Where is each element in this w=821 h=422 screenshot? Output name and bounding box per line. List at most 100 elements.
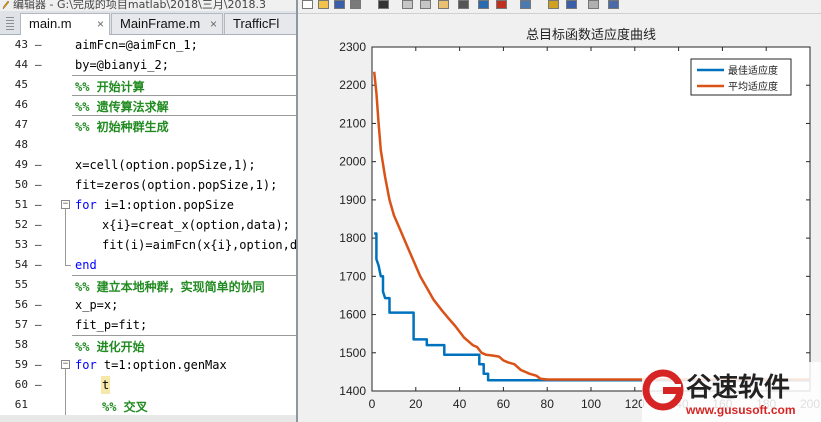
- close-tab-icon[interactable]: ×: [210, 14, 217, 34]
- line-number: 56: [14, 298, 28, 311]
- code-area[interactable]: 43 — aimFcn=@aimFcn_1; 44 — by=@bianyi_2; 45%%…: [0, 35, 300, 422]
- code-line[interactable]: 58 %% 进化开始: [0, 335, 300, 355]
- code-text: x=cell(option.popSize,1);: [75, 158, 256, 172]
- line-number: 53: [14, 238, 28, 251]
- breakpoint-marker[interactable]: —: [35, 158, 42, 171]
- y-tick-label: 1400: [339, 384, 366, 398]
- legend-entry: 最佳适应度: [728, 64, 778, 77]
- tab-main-m[interactable]: main.m ×: [20, 13, 110, 35]
- breakpoint-marker[interactable]: —: [35, 358, 42, 371]
- code-line[interactable]: 47 %% 初始种群生成: [0, 115, 300, 135]
- tab-label: main.m: [29, 16, 72, 31]
- line-number: 59: [14, 358, 28, 371]
- code-line[interactable]: 54 — end: [0, 255, 300, 275]
- fold-guide: [65, 209, 66, 265]
- code-line[interactable]: 56 — x_p=x;: [0, 295, 300, 315]
- code-line[interactable]: 50 — fit=zeros(option.popSize,1);: [0, 175, 300, 195]
- fitness-chart: 总目标函数适应度曲线 1400 1500 1600 1700 1800 1900 2000 21…: [339, 27, 820, 411]
- y-tick-label: 1500: [339, 346, 366, 360]
- gusu-watermark: 谷速软件 www.gususoft.com: [642, 362, 821, 422]
- breakpoint-marker[interactable]: —: [35, 58, 42, 71]
- code-line[interactable]: 44 — by=@bianyi_2;: [0, 55, 300, 75]
- code-line[interactable]: 43 — aimFcn=@aimFcn_1;: [0, 35, 300, 55]
- line-number: 52: [14, 218, 28, 231]
- x-tick-label: 40: [453, 397, 467, 411]
- code-line[interactable]: 46 %% 遗传算法求解: [0, 95, 300, 115]
- tab-label: MainFrame.m: [120, 16, 201, 31]
- tab-trafficfl[interactable]: TrafficFl: [224, 13, 300, 34]
- line-number: 58: [14, 338, 28, 351]
- editor-titlebar: 编辑器 - G:\完成的项目matlab\2018\三月\2018.3: [0, 0, 300, 11]
- fold-toggle-icon[interactable]: −: [61, 200, 70, 209]
- fold-toggle-icon[interactable]: −: [61, 360, 70, 369]
- y-tick-label: 1800: [339, 231, 366, 245]
- code-text: for t=1:option.genMax: [75, 358, 227, 372]
- code-comment: %% 交叉: [102, 400, 148, 414]
- y-tick-label: 2000: [339, 155, 366, 169]
- code-line[interactable]: 60 — t: [0, 375, 300, 395]
- code-line[interactable]: 55 %% 建立本地种群，实现简单的协同: [0, 275, 300, 295]
- code-line[interactable]: 51 — − for i=1:option.popSize: [0, 195, 300, 215]
- breakpoint-marker[interactable]: —: [35, 218, 42, 231]
- code-text: x_p=x;: [75, 298, 119, 312]
- x-tick-label: 0: [369, 397, 376, 411]
- breakpoint-marker[interactable]: —: [35, 318, 42, 331]
- x-tick-label: 80: [541, 397, 555, 411]
- code-line[interactable]: 49 — x=cell(option.popSize,1);: [0, 155, 300, 175]
- legend-entry: 平均适应度: [728, 80, 778, 93]
- breakpoint-marker[interactable]: —: [35, 378, 42, 391]
- y-tick-label: 2200: [339, 78, 366, 92]
- code-text: t=1:option.genMax: [96, 358, 227, 372]
- code-line[interactable]: 52 — x{i}=creat_x(option,data);: [0, 215, 300, 235]
- line-number: 57: [14, 318, 28, 331]
- y-tick-label: 1900: [339, 193, 366, 207]
- editor-title: 编辑器 - G:\完成的项目matlab\2018\三月\2018.3: [13, 0, 267, 11]
- code-line[interactable]: 48: [0, 135, 300, 155]
- plot-area: [371, 46, 811, 392]
- fold-guide-end: [65, 265, 71, 266]
- line-number: 46: [14, 98, 28, 111]
- breakpoint-marker[interactable]: —: [35, 298, 42, 311]
- x-tick-label: 20: [409, 397, 423, 411]
- watermark-url: www.gususoft.com: [685, 403, 796, 417]
- breakpoint-marker[interactable]: —: [35, 198, 42, 211]
- line-number: 45: [14, 78, 28, 91]
- code-text: by=@bianyi_2;: [75, 58, 169, 72]
- cell-divider: [72, 75, 300, 76]
- line-number: 51: [14, 198, 28, 211]
- code-text: fit(i)=aimFcn(x{i},option,da: [102, 238, 300, 252]
- code-line[interactable]: 57 — fit_p=fit;: [0, 315, 300, 335]
- x-tick-label: 100: [581, 397, 601, 411]
- y-tick-label: 2300: [339, 40, 366, 54]
- code-text: fit=zeros(option.popSize,1);: [75, 178, 278, 192]
- code-text: x{i}=creat_x(option,data);: [102, 218, 290, 232]
- keyword: for: [75, 198, 97, 212]
- breakpoint-marker[interactable]: —: [35, 258, 42, 271]
- editor-status-bar: [0, 415, 300, 422]
- code-line[interactable]: 45 %% 开始计算: [0, 75, 300, 95]
- breakpoint-marker[interactable]: —: [35, 38, 42, 51]
- line-number: 47: [14, 118, 28, 131]
- tab-mainframe-m[interactable]: MainFrame.m ×: [111, 13, 223, 34]
- line-number: 55: [14, 278, 28, 291]
- tab-grip-icon[interactable]: [6, 17, 14, 30]
- pencil-icon: [2, 0, 10, 10]
- line-number: 49: [14, 158, 28, 171]
- code-line[interactable]: 53 — fit(i)=aimFcn(x{i},option,da: [0, 235, 300, 255]
- close-tab-icon[interactable]: ×: [97, 14, 104, 34]
- breakpoint-marker[interactable]: —: [35, 238, 42, 251]
- cell-divider: [72, 335, 300, 336]
- cell-divider: [72, 115, 300, 116]
- code-comment: %% 遗传算法求解: [75, 100, 169, 114]
- code-line[interactable]: 61 %% 交叉: [0, 395, 300, 415]
- x-tick-label: 60: [497, 397, 511, 411]
- watermark-brand: 谷速软件: [686, 373, 790, 403]
- code-text: end: [75, 258, 97, 272]
- cell-divider: [72, 95, 300, 96]
- breakpoint-marker[interactable]: —: [35, 178, 42, 191]
- code-text: for i=1:option.popSize: [75, 198, 234, 212]
- code-line[interactable]: 59 — − for t=1:option.genMax: [0, 355, 300, 375]
- editor-tabbar: main.m × MainFrame.m × TrafficFl: [0, 11, 300, 35]
- line-number: 61: [14, 398, 28, 411]
- y-tick-label: 1600: [339, 308, 366, 322]
